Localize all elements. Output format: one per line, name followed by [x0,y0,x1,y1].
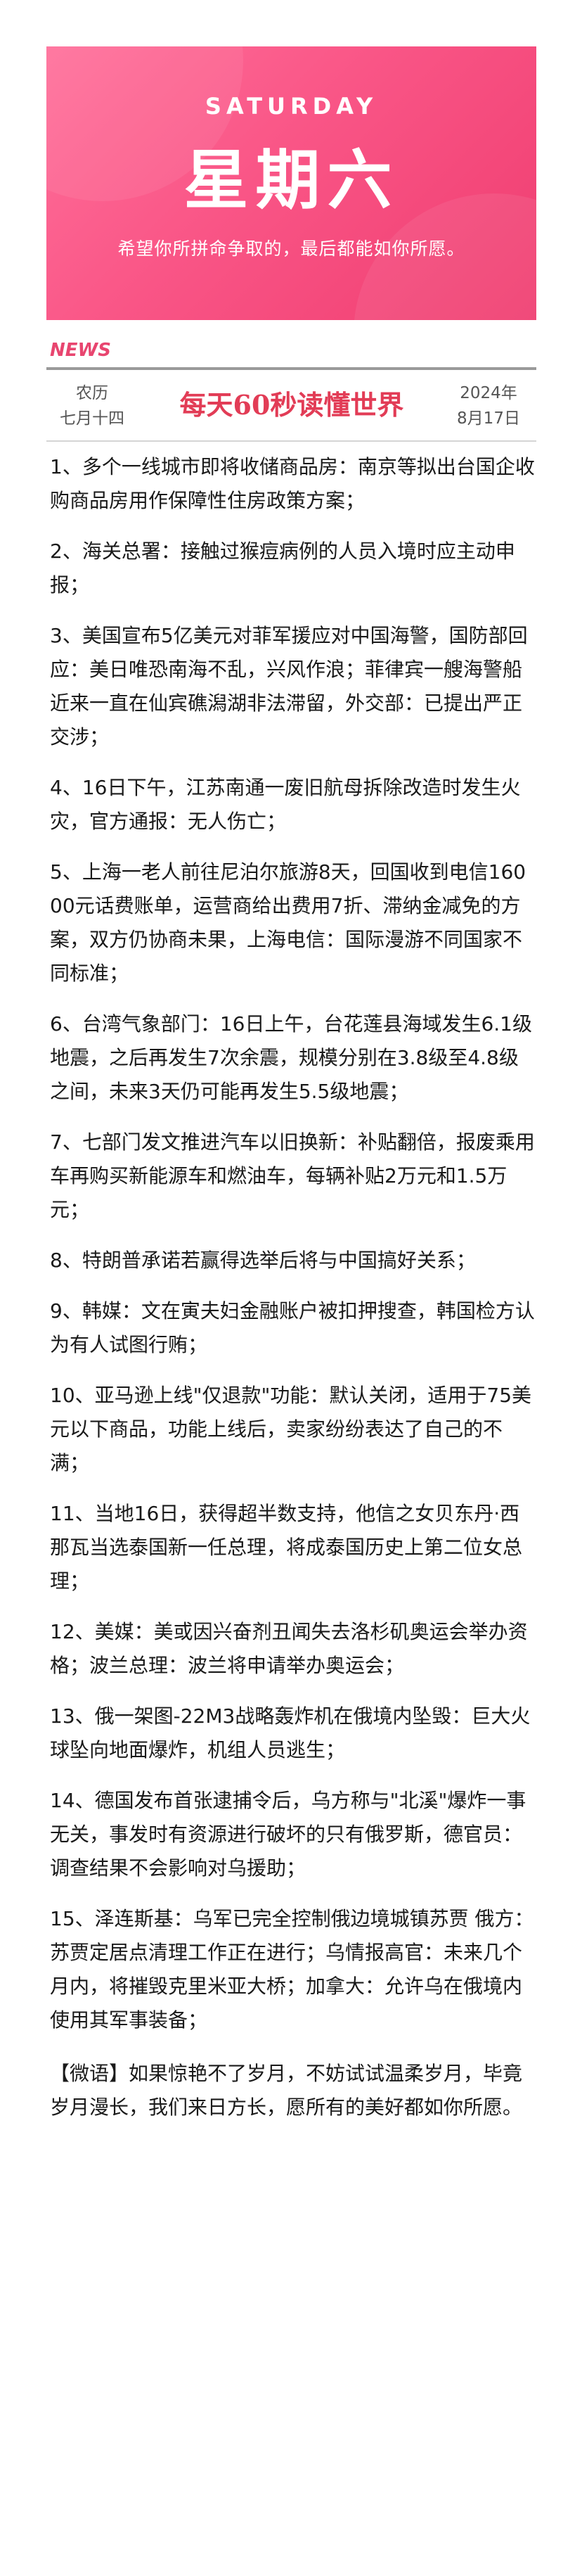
news-item: 15、泽连斯基：乌军已完全控制俄边境城镇苏贾 俄方：苏贾定居点清理工作正在进行；… [50,1907,534,2032]
date-year: 2024年 [460,384,517,402]
news-item: 11、当地16日，获得超半数支持，他信之女贝东丹·西那瓦当选泰国新一任总理，将成… [50,1502,523,1593]
news-item: 12、美媒：美或因兴奋剂丑闻失去洛杉矶奥运会举办资格；波兰总理：波兰将申请举办奥… [50,1620,528,1677]
news-list: 1、多个一线城市即将收储商品房：南京等拟出台国企收购商品房用作保障性住房政策方案… [50,450,535,2144]
weekday-english: SATURDAY [205,93,378,120]
news-item: 13、俄一架图-22M3战略轰炸机在俄境内坠毁：巨大火球坠向地面爆炸，机组人员逃… [50,1704,531,1761]
divider [46,367,536,370]
news-tag: NEWS [50,340,111,361]
weekday-chinese: 星期六 [183,142,399,218]
news-item: 4、16日下午，江苏南通一废旧航母拆除改造时发生火灾，官方通报：无人伤亡； [50,776,521,833]
divider [46,440,536,442]
page-title: 每天60秒读懂世界 [179,389,404,421]
news-item: 5、上海一老人前往尼泊尔旅游8天，回国收到电信16000元话费账单，运营商给出费… [50,860,526,985]
news-item: 1、多个一线城市即将收储商品房：南京等拟出台国企收购商品房用作保障性住房政策方案… [50,455,535,512]
closing-quote: 【微语】如果惊艳不了岁月，不妨试试温柔岁月，毕竟岁月漫长，我们来日方长，愿所有的… [50,2062,523,2119]
news-item: 2、海关总署：接触过猴痘病例的人员入境时应主动申报； [50,540,515,597]
news-item: 8、特朗普承诺若赢得选举后将与中国搞好关系； [50,1249,476,1272]
date-day: 8月17日 [457,409,520,428]
daily-motto: 希望你所拼命争取的，最后都能如你所愿。 [117,238,465,259]
weekday-banner: SATURDAY 星期六 希望你所拼命争取的，最后都能如你所愿。 [46,46,536,320]
news-item: 9、韩媒：文在寅夫妇金融账户被扣押搜查，韩国检方认为有人试图行贿； [50,1299,535,1356]
news-item: 6、台湾气象部门：16日上午，台花莲县海域发生6.1级地震，之后再发生7次余震，… [50,1012,532,1103]
lunar-label: 农历 [76,384,108,402]
news-item: 3、美国宣布5亿美元对菲军援应对中国海警，国防部回应：美日唯恐南海不乱，兴风作浪… [50,624,528,748]
news-item: 10、亚马逊上线"仅退款"功能：默认关闭，适用于75美元以下商品，功能上线后，卖… [50,1384,532,1474]
gregorian-date: 2024年 8月17日 [444,381,533,431]
news-item: 14、德国发布首张逮捕令后，乌方称与"北溪"爆炸一事无关，事发时有资源进行破坏的… [50,1789,526,1880]
news-item: 7、七部门发文推进汽车以旧换新：补贴翻倍，报废乘用车再购买新能源车和燃油车，每辆… [50,1130,535,1221]
lunar-date: 农历 七月十四 [53,381,131,431]
lunar-day: 七月十四 [60,409,124,428]
